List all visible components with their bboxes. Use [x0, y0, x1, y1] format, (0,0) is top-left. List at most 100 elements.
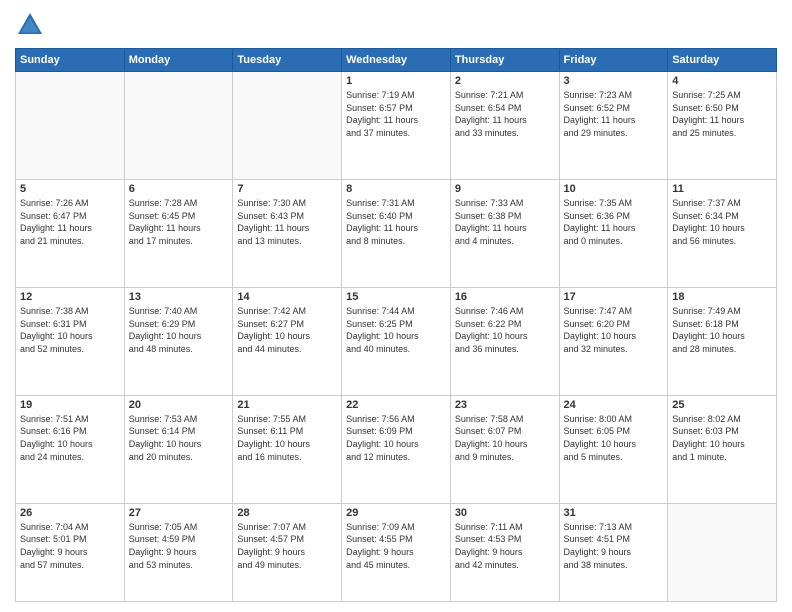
calendar-cell	[233, 72, 342, 180]
day-number: 19	[20, 399, 120, 411]
calendar-cell: 5 Sunrise: 7:26 AM Sunset: 6:47 PM Daylig…	[16, 179, 125, 287]
day-info: Sunrise: 7:38 AM Sunset: 6:31 PM Dayligh…	[20, 305, 120, 355]
day-number: 29	[346, 507, 446, 519]
calendar-cell: 2 Sunrise: 7:21 AM Sunset: 6:54 PM Daylig…	[450, 72, 559, 180]
day-info: Sunrise: 7:46 AM Sunset: 6:22 PM Dayligh…	[455, 305, 555, 355]
day-number: 8	[346, 183, 446, 195]
day-info: Sunrise: 7:28 AM Sunset: 6:45 PM Dayligh…	[129, 197, 229, 247]
day-number: 27	[129, 507, 229, 519]
day-number: 24	[564, 399, 664, 411]
calendar-cell: 9 Sunrise: 7:33 AM Sunset: 6:38 PM Daylig…	[450, 179, 559, 287]
calendar-cell: 16 Sunrise: 7:46 AM Sunset: 6:22 PM Dayli…	[450, 287, 559, 395]
day-info: Sunrise: 7:49 AM Sunset: 6:18 PM Dayligh…	[672, 305, 772, 355]
day-info: Sunrise: 7:25 AM Sunset: 6:50 PM Dayligh…	[672, 89, 772, 139]
weekday-header-row: SundayMondayTuesdayWednesdayThursdayFrid…	[16, 49, 777, 72]
calendar-cell: 17 Sunrise: 7:47 AM Sunset: 6:20 PM Dayli…	[559, 287, 668, 395]
calendar-cell: 13 Sunrise: 7:40 AM Sunset: 6:29 PM Dayli…	[124, 287, 233, 395]
calendar-cell: 8 Sunrise: 7:31 AM Sunset: 6:40 PM Daylig…	[342, 179, 451, 287]
day-number: 11	[672, 183, 772, 195]
day-number: 5	[20, 183, 120, 195]
day-number: 12	[20, 291, 120, 303]
week-row-3: 19 Sunrise: 7:51 AM Sunset: 6:16 PM Dayli…	[16, 395, 777, 503]
day-number: 22	[346, 399, 446, 411]
calendar-cell: 23 Sunrise: 7:58 AM Sunset: 6:07 PM Dayli…	[450, 395, 559, 503]
calendar-cell: 4 Sunrise: 7:25 AM Sunset: 6:50 PM Daylig…	[668, 72, 777, 180]
calendar-cell: 18 Sunrise: 7:49 AM Sunset: 6:18 PM Dayli…	[668, 287, 777, 395]
day-number: 21	[237, 399, 337, 411]
calendar-cell	[124, 72, 233, 180]
calendar-cell	[16, 72, 125, 180]
calendar-table: SundayMondayTuesdayWednesdayThursdayFrid…	[15, 48, 777, 602]
day-info: Sunrise: 7:23 AM Sunset: 6:52 PM Dayligh…	[564, 89, 664, 139]
weekday-header-thursday: Thursday	[450, 49, 559, 72]
day-number: 14	[237, 291, 337, 303]
day-info: Sunrise: 7:19 AM Sunset: 6:57 PM Dayligh…	[346, 89, 446, 139]
calendar-cell: 14 Sunrise: 7:42 AM Sunset: 6:27 PM Dayli…	[233, 287, 342, 395]
logo-icon	[15, 10, 45, 40]
calendar-cell: 10 Sunrise: 7:35 AM Sunset: 6:36 PM Dayli…	[559, 179, 668, 287]
day-info: Sunrise: 7:56 AM Sunset: 6:09 PM Dayligh…	[346, 413, 446, 463]
day-info: Sunrise: 7:33 AM Sunset: 6:38 PM Dayligh…	[455, 197, 555, 247]
calendar-cell: 31 Sunrise: 7:13 AM Sunset: 4:51 PM Dayli…	[559, 503, 668, 601]
day-number: 28	[237, 507, 337, 519]
day-number: 31	[564, 507, 664, 519]
week-row-0: 1 Sunrise: 7:19 AM Sunset: 6:57 PM Daylig…	[16, 72, 777, 180]
day-info: Sunrise: 8:00 AM Sunset: 6:05 PM Dayligh…	[564, 413, 664, 463]
calendar-cell: 3 Sunrise: 7:23 AM Sunset: 6:52 PM Daylig…	[559, 72, 668, 180]
calendar-cell: 15 Sunrise: 7:44 AM Sunset: 6:25 PM Dayli…	[342, 287, 451, 395]
day-number: 18	[672, 291, 772, 303]
day-number: 16	[455, 291, 555, 303]
day-info: Sunrise: 8:02 AM Sunset: 6:03 PM Dayligh…	[672, 413, 772, 463]
day-number: 6	[129, 183, 229, 195]
day-number: 9	[455, 183, 555, 195]
calendar-cell: 26 Sunrise: 7:04 AM Sunset: 5:01 PM Dayli…	[16, 503, 125, 601]
day-number: 20	[129, 399, 229, 411]
day-number: 23	[455, 399, 555, 411]
calendar-cell: 29Sunrise: 7:09 AM Sunset: 4:55 PM Dayli…	[342, 503, 451, 601]
weekday-header-sunday: Sunday	[16, 49, 125, 72]
calendar-cell: 19 Sunrise: 7:51 AM Sunset: 6:16 PM Dayli…	[16, 395, 125, 503]
day-info: Sunrise: 7:30 AM Sunset: 6:43 PM Dayligh…	[237, 197, 337, 247]
day-number: 26	[20, 507, 120, 519]
day-info: Sunrise: 7:58 AM Sunset: 6:07 PM Dayligh…	[455, 413, 555, 463]
weekday-header-friday: Friday	[559, 49, 668, 72]
calendar-cell: 1 Sunrise: 7:19 AM Sunset: 6:57 PM Daylig…	[342, 72, 451, 180]
week-row-4: 26 Sunrise: 7:04 AM Sunset: 5:01 PM Dayli…	[16, 503, 777, 601]
logo	[15, 10, 49, 40]
day-number: 7	[237, 183, 337, 195]
day-info: Sunrise: 7:35 AM Sunset: 6:36 PM Dayligh…	[564, 197, 664, 247]
day-info: Sunrise: 7:42 AM Sunset: 6:27 PM Dayligh…	[237, 305, 337, 355]
day-info: Sunrise: 7:40 AM Sunset: 6:29 PM Dayligh…	[129, 305, 229, 355]
weekday-header-monday: Monday	[124, 49, 233, 72]
day-number: 15	[346, 291, 446, 303]
day-number: 1	[346, 75, 446, 87]
day-info: Sunrise: 7:21 AM Sunset: 6:54 PM Dayligh…	[455, 89, 555, 139]
calendar-cell: 7 Sunrise: 7:30 AM Sunset: 6:43 PM Daylig…	[233, 179, 342, 287]
day-number: 17	[564, 291, 664, 303]
day-number: 10	[564, 183, 664, 195]
day-info: Sunrise: 7:47 AM Sunset: 6:20 PM Dayligh…	[564, 305, 664, 355]
day-number: 4	[672, 75, 772, 87]
calendar-cell: 28Sunrise: 7:07 AM Sunset: 4:57 PM Dayli…	[233, 503, 342, 601]
day-info: Sunrise: 7:13 AM Sunset: 4:51 PM Dayligh…	[564, 521, 664, 571]
day-info: Sunrise: 7:31 AM Sunset: 6:40 PM Dayligh…	[346, 197, 446, 247]
calendar-cell: 25Sunrise: 8:02 AM Sunset: 6:03 PM Dayli…	[668, 395, 777, 503]
calendar-cell: 6 Sunrise: 7:28 AM Sunset: 6:45 PM Daylig…	[124, 179, 233, 287]
day-info: Sunrise: 7:44 AM Sunset: 6:25 PM Dayligh…	[346, 305, 446, 355]
day-info: Sunrise: 7:04 AM Sunset: 5:01 PM Dayligh…	[20, 521, 120, 571]
day-number: 30	[455, 507, 555, 519]
weekday-header-wednesday: Wednesday	[342, 49, 451, 72]
week-row-2: 12 Sunrise: 7:38 AM Sunset: 6:31 PM Dayli…	[16, 287, 777, 395]
day-info: Sunrise: 7:51 AM Sunset: 6:16 PM Dayligh…	[20, 413, 120, 463]
header	[15, 10, 777, 40]
day-number: 2	[455, 75, 555, 87]
day-info: Sunrise: 7:37 AM Sunset: 6:34 PM Dayligh…	[672, 197, 772, 247]
day-number: 3	[564, 75, 664, 87]
day-number: 13	[129, 291, 229, 303]
calendar-cell: 20Sunrise: 7:53 AM Sunset: 6:14 PM Dayli…	[124, 395, 233, 503]
day-info: Sunrise: 7:05 AM Sunset: 4:59 PM Dayligh…	[129, 521, 229, 571]
day-info: Sunrise: 7:55 AM Sunset: 6:11 PM Dayligh…	[237, 413, 337, 463]
day-info: Sunrise: 7:26 AM Sunset: 6:47 PM Dayligh…	[20, 197, 120, 247]
calendar-cell: 22 Sunrise: 7:56 AM Sunset: 6:09 PM Dayli…	[342, 395, 451, 503]
calendar-cell: 27 Sunrise: 7:05 AM Sunset: 4:59 PM Dayli…	[124, 503, 233, 601]
